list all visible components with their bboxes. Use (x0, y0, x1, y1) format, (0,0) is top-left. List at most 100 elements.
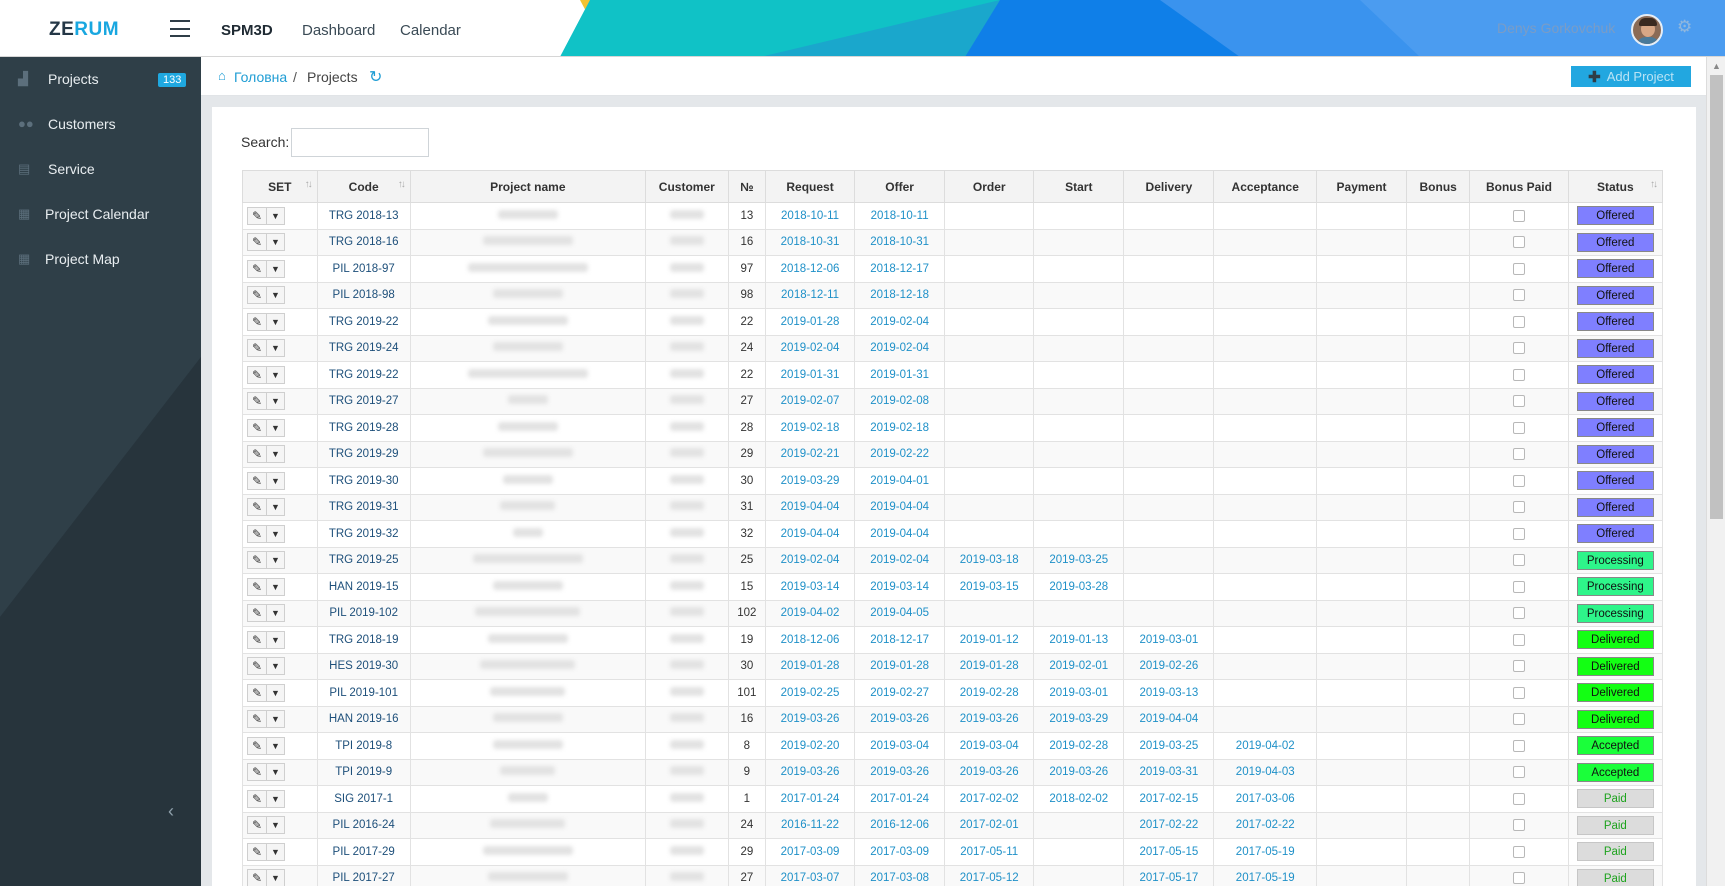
bonus-paid-checkbox[interactable] (1512, 554, 1525, 567)
start-date[interactable]: 2019-02-01 (1033, 652, 1125, 680)
hamburger-icon[interactable] (170, 20, 190, 37)
status-badge[interactable]: Processing (1576, 577, 1654, 597)
offer-date[interactable]: 2018-12-17 (854, 626, 946, 654)
status-badge[interactable]: Delivered (1576, 683, 1654, 703)
avatar[interactable] (1631, 14, 1663, 46)
table-row[interactable]: ✎ ▼ TPI 2019-9 9 2019-03-26 2019-03-26 2019-03… (242, 758, 1664, 786)
bonus-paid-checkbox[interactable] (1512, 236, 1525, 249)
chevron-down-icon[interactable]: ▼ (267, 498, 285, 517)
offer-date[interactable]: 2019-02-04 (854, 546, 946, 574)
pencil-icon[interactable]: ✎ (247, 763, 267, 782)
brand-title[interactable]: SPM3D (221, 22, 273, 39)
status-badge[interactable]: Delivered (1576, 709, 1654, 729)
breadcrumb-home[interactable]: Головна (234, 69, 287, 85)
delivery-date[interactable] (1123, 520, 1215, 548)
pencil-icon[interactable]: ✎ (247, 206, 267, 225)
request-date[interactable]: 2018-10-31 (764, 228, 856, 256)
offer-date[interactable]: 2018-10-31 (854, 228, 946, 256)
order-date[interactable]: 2019-01-12 (944, 626, 1035, 654)
chevron-down-icon[interactable]: ▼ (267, 736, 285, 755)
project-code[interactable]: SIG 2017-1 (316, 785, 411, 813)
offer-date[interactable]: 2017-03-09 (854, 838, 946, 866)
order-date[interactable] (944, 440, 1035, 468)
column-header[interactable]: Acceptance (1213, 170, 1317, 203)
offer-date[interactable]: 2019-03-04 (854, 732, 946, 760)
pencil-icon[interactable]: ✎ (247, 339, 267, 358)
project-code[interactable]: PIL 2017-29 (316, 838, 411, 866)
pencil-icon[interactable]: ✎ (247, 286, 267, 305)
project-code[interactable]: TRG 2018-19 (316, 626, 411, 654)
table-row[interactable]: ✎ ▼ HAN 2019-16 16 2019-03-26 2019-03-26 2019-… (242, 705, 1664, 733)
status-badge[interactable]: Delivered (1576, 630, 1654, 650)
request-date[interactable]: 2019-02-07 (764, 387, 856, 415)
pencil-icon[interactable]: ✎ (247, 736, 267, 755)
pencil-icon[interactable]: ✎ (247, 630, 267, 649)
nav-dashboard[interactable]: Dashboard (302, 22, 375, 39)
request-date[interactable]: 2019-03-26 (764, 705, 856, 733)
offer-date[interactable]: 2019-04-04 (854, 520, 946, 548)
table-row[interactable]: ✎ ▼ TRG 2019-30 30 2019-03-29 2019-04-01 Offer… (242, 467, 1664, 495)
acceptance-date[interactable] (1213, 573, 1317, 601)
acceptance-date[interactable] (1213, 626, 1317, 654)
pencil-icon[interactable]: ✎ (247, 365, 267, 384)
pencil-icon[interactable]: ✎ (247, 869, 267, 886)
scroll-up-icon[interactable]: ▲ (1712, 61, 1721, 71)
delivery-date[interactable] (1123, 308, 1215, 336)
status-badge[interactable]: Offered (1576, 259, 1654, 279)
status-badge[interactable]: Paid (1576, 868, 1654, 886)
chevron-down-icon[interactable]: ▼ (267, 763, 285, 782)
order-date[interactable]: 2017-05-11 (944, 838, 1035, 866)
chevron-down-icon[interactable]: ▼ (267, 604, 285, 623)
pencil-icon[interactable]: ✎ (247, 683, 267, 702)
status-badge[interactable]: Offered (1576, 444, 1654, 464)
status-badge[interactable]: Processing (1576, 550, 1654, 570)
offer-date[interactable]: 2019-02-04 (854, 334, 946, 362)
table-row[interactable]: ✎ ▼ TRG 2019-22 22 2019-01-28 2019-02-04 Offer… (242, 308, 1664, 336)
bonus-paid-checkbox[interactable] (1512, 501, 1525, 514)
table-row[interactable]: ✎ ▼ PIL 2017-27 27 2017-03-07 2017-03-08 2017-… (242, 864, 1664, 886)
request-date[interactable]: 2017-03-07 (764, 864, 856, 886)
order-date[interactable]: 2019-01-28 (944, 652, 1035, 680)
project-code[interactable]: TRG 2019-29 (316, 440, 411, 468)
pencil-icon[interactable]: ✎ (247, 524, 267, 543)
start-date[interactable]: 2019-03-28 (1033, 573, 1125, 601)
bonus-paid-checkbox[interactable] (1512, 315, 1525, 328)
request-date[interactable]: 2019-04-02 (764, 599, 856, 627)
project-code[interactable]: TRG 2018-16 (316, 228, 411, 256)
collapse-sidebar-icon[interactable]: ‹ (168, 801, 174, 822)
project-code[interactable]: HAN 2019-15 (316, 573, 411, 601)
pencil-icon[interactable]: ✎ (247, 816, 267, 835)
table-row[interactable]: ✎ ▼ HAN 2019-15 15 2019-03-14 2019-03-14 2019-… (242, 573, 1664, 601)
order-date[interactable] (944, 414, 1035, 442)
delivery-date[interactable] (1123, 255, 1215, 283)
bonus-paid-checkbox[interactable] (1512, 580, 1525, 593)
start-date[interactable]: 2019-03-25 (1033, 546, 1125, 574)
pencil-icon[interactable]: ✎ (247, 842, 267, 861)
start-date[interactable] (1033, 281, 1125, 309)
start-date[interactable]: 2019-01-13 (1033, 626, 1125, 654)
chevron-down-icon[interactable]: ▼ (267, 683, 285, 702)
start-date[interactable] (1033, 599, 1125, 627)
start-date[interactable] (1033, 838, 1125, 866)
delivery-date[interactable]: 2019-03-31 (1123, 758, 1215, 786)
request-date[interactable]: 2019-02-18 (764, 414, 856, 442)
chevron-down-icon[interactable]: ▼ (267, 842, 285, 861)
pencil-icon[interactable]: ✎ (247, 445, 267, 464)
delivery-date[interactable] (1123, 361, 1215, 389)
bonus-paid-checkbox[interactable] (1512, 342, 1525, 355)
project-code[interactable]: PIL 2019-102 (316, 599, 411, 627)
order-date[interactable] (944, 520, 1035, 548)
offer-date[interactable]: 2019-02-27 (854, 679, 946, 707)
table-row[interactable]: ✎ ▼ PIL 2017-29 29 2017-03-09 2017-03-09 2017-… (242, 838, 1664, 866)
table-row[interactable]: ✎ ▼ TRG 2018-19 19 2018-12-06 2018-12-17 2019-… (242, 626, 1664, 654)
status-badge[interactable]: Offered (1576, 524, 1654, 544)
chevron-down-icon[interactable]: ▼ (267, 524, 285, 543)
project-code[interactable]: PIL 2017-27 (316, 864, 411, 886)
order-date[interactable] (944, 308, 1035, 336)
request-date[interactable]: 2019-02-20 (764, 732, 856, 760)
status-badge[interactable]: Offered (1576, 471, 1654, 491)
acceptance-date[interactable] (1213, 281, 1317, 309)
pencil-icon[interactable]: ✎ (247, 233, 267, 252)
chevron-down-icon[interactable]: ▼ (267, 577, 285, 596)
project-code[interactable]: TRG 2019-24 (316, 334, 411, 362)
